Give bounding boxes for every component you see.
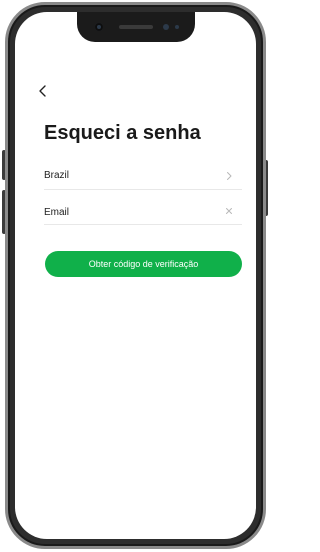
sensor-icon: [162, 24, 169, 30]
app-screen: Esqueci a senha Brazil Obter código de v…: [15, 12, 256, 539]
back-button[interactable]: [33, 81, 53, 101]
country-value: Brazil: [44, 170, 70, 181]
country-selector[interactable]: Brazil: [44, 165, 242, 190]
sensor-dot-icon: [174, 25, 179, 29]
front-camera-icon: [94, 23, 103, 31]
phone-notch: [76, 12, 195, 42]
chevron-left-icon: [39, 85, 46, 97]
phone-frame: Esqueci a senha Brazil Obter código de v…: [5, 2, 266, 549]
chevron-right-icon: [227, 172, 232, 180]
page-title: Esqueci a senha: [44, 122, 201, 144]
earpiece-speaker: [118, 25, 153, 29]
email-input[interactable]: [44, 200, 214, 224]
get-verification-code-button[interactable]: Obter código de verificação: [45, 251, 242, 277]
device-mockup: Esqueci a senha Brazil Obter código de v…: [0, 0, 270, 552]
email-field[interactable]: [44, 200, 242, 225]
clear-icon[interactable]: [224, 206, 234, 216]
